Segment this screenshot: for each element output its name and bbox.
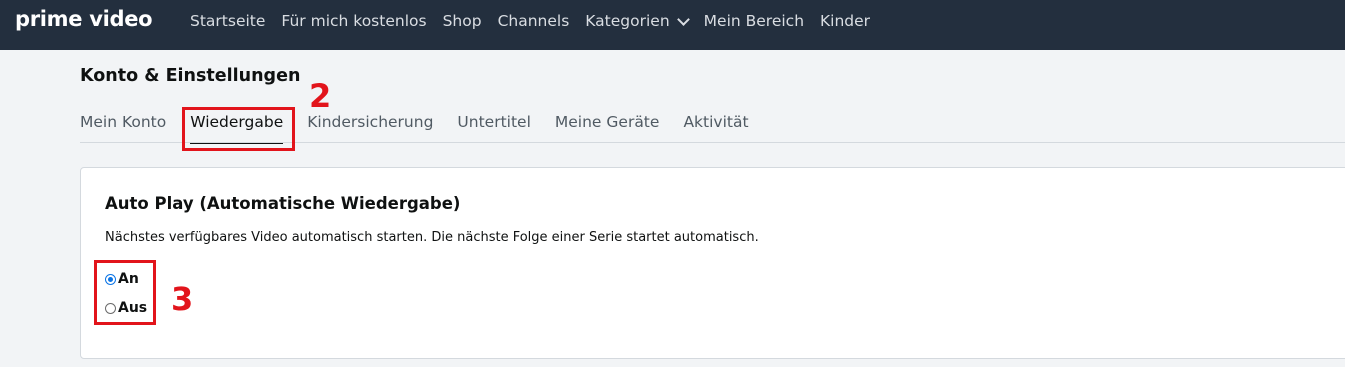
autoplay-settings-card: Auto Play (Automatische Wiedergabe) Näch… <box>80 167 1345 359</box>
nav-item-fuer-mich-kostenlos[interactable]: Für mich kostenlos <box>281 12 426 30</box>
nav-item-mein-bereich[interactable]: Mein Bereich <box>704 12 804 30</box>
top-navigation-bar: prime video Startseite Für mich kostenlo… <box>0 0 1345 50</box>
tab-untertitel[interactable]: Untertitel <box>457 113 530 137</box>
nav-item-startseite[interactable]: Startseite <box>190 12 265 30</box>
nav-item-channels[interactable]: Channels <box>498 12 570 30</box>
page-title: Konto & Einstellungen <box>80 66 301 86</box>
prime-video-logo[interactable]: prime video <box>15 7 153 31</box>
chevron-down-icon <box>676 12 690 26</box>
main-nav: Startseite Für mich kostenlos Shop Chann… <box>190 0 886 42</box>
annotation-box-tab <box>182 107 295 151</box>
nav-item-kinder[interactable]: Kinder <box>820 12 870 30</box>
annotation-number-2: 2 <box>309 77 332 115</box>
tab-kindersicherung[interactable]: Kindersicherung <box>307 113 433 137</box>
tab-meine-geraete[interactable]: Meine Geräte <box>555 113 660 137</box>
tab-aktivitaet[interactable]: Aktivität <box>683 113 748 137</box>
nav-item-kategorien[interactable]: Kategorien <box>585 12 690 30</box>
annotation-box-options <box>94 260 156 325</box>
autoplay-description: Nächstes verfügbares Video automatisch s… <box>105 230 759 245</box>
annotation-number-3: 3 <box>171 280 194 318</box>
nav-item-shop[interactable]: Shop <box>443 12 482 30</box>
nav-item-kategorien-label: Kategorien <box>585 12 670 30</box>
autoplay-title: Auto Play (Automatische Wiedergabe) <box>105 194 461 213</box>
tab-mein-konto[interactable]: Mein Konto <box>80 113 166 137</box>
